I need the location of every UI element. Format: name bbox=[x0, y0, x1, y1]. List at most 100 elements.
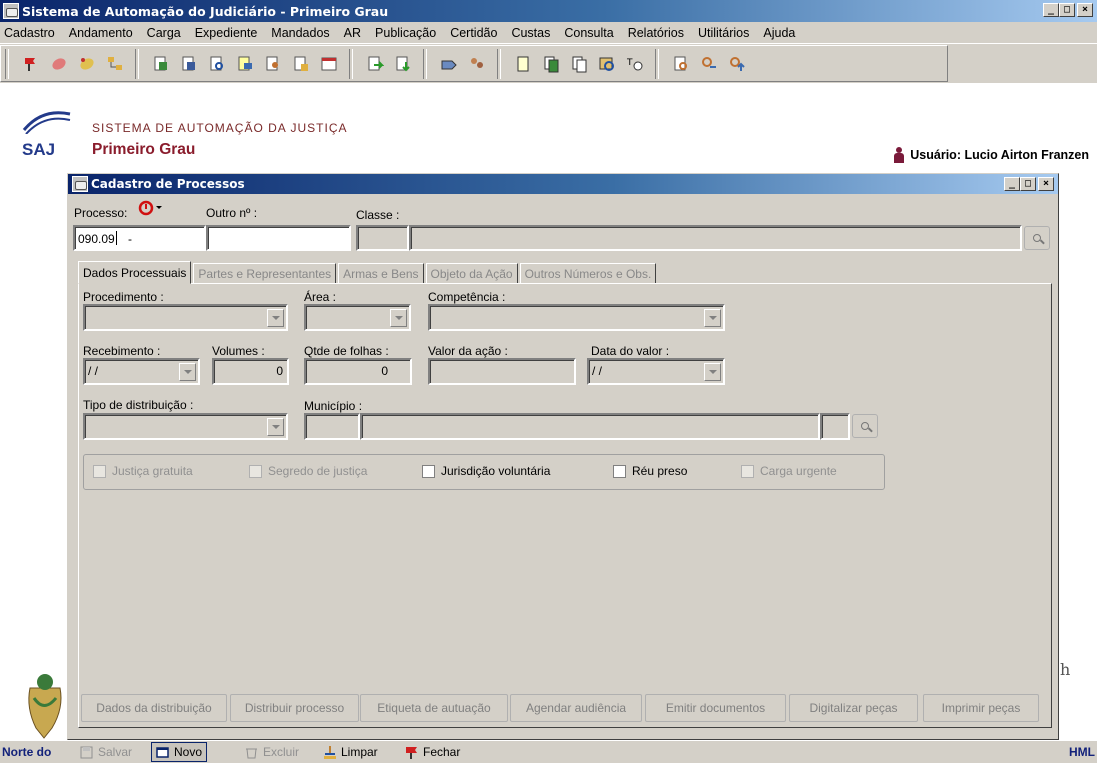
jurisdicao-voluntaria-checkbox[interactable]: Jurisdição voluntária bbox=[422, 464, 550, 478]
menu-carga[interactable]: Carga bbox=[140, 26, 188, 40]
doc-person-icon[interactable] bbox=[262, 53, 284, 75]
text-clock-icon[interactable]: T bbox=[624, 53, 646, 75]
flag-icon[interactable] bbox=[20, 53, 42, 75]
user-icon bbox=[893, 147, 905, 163]
tab-outros-numeros[interactable]: Outros Números e Obs. bbox=[519, 263, 657, 284]
tab-dados-processuais[interactable]: Dados Processuais bbox=[78, 261, 192, 284]
people-icon[interactable] bbox=[466, 53, 488, 75]
maximize-button[interactable]: □ bbox=[1059, 3, 1075, 17]
arrow-folder-icon[interactable] bbox=[438, 53, 460, 75]
carga-urgente-checkbox[interactable]: Carga urgente bbox=[741, 464, 837, 478]
chevron-down-icon[interactable] bbox=[704, 309, 721, 327]
limpar-button[interactable]: Limpar bbox=[323, 742, 378, 762]
agendar-audiencia-button[interactable]: Agendar audiência bbox=[510, 694, 642, 722]
page-icon[interactable] bbox=[512, 53, 534, 75]
close-button[interactable]: × bbox=[1077, 3, 1093, 17]
broom-yellow-icon[interactable] bbox=[76, 53, 98, 75]
menu-certidao[interactable]: Certidão bbox=[443, 26, 504, 40]
menu-expediente[interactable]: Expediente bbox=[188, 26, 265, 40]
checkbox-box[interactable] bbox=[613, 464, 626, 478]
minimize-button[interactable]: _ bbox=[1043, 3, 1059, 17]
fechar-button[interactable]: Fechar bbox=[405, 742, 460, 762]
distribuir-processo-button[interactable]: Distribuir processo bbox=[230, 694, 359, 722]
menu-cadastro[interactable]: Cadastro bbox=[0, 26, 62, 40]
doc-stack-icon[interactable] bbox=[290, 53, 312, 75]
outro-numero-input[interactable] bbox=[206, 225, 351, 251]
menu-custas[interactable]: Custas bbox=[504, 26, 557, 40]
child-maximize-button[interactable]: □ bbox=[1020, 177, 1036, 191]
processo-input[interactable]: 090.09 - bbox=[73, 225, 206, 251]
checkbox-label: Justiça gratuita bbox=[112, 464, 193, 478]
pages-icon[interactable] bbox=[568, 53, 590, 75]
salvar-button[interactable]: Salvar bbox=[80, 742, 132, 762]
municipio-name-input[interactable] bbox=[360, 413, 820, 440]
chevron-down-icon[interactable] bbox=[179, 363, 196, 381]
processo-type-icon[interactable] bbox=[138, 200, 166, 216]
tab-objeto-acao[interactable]: Objeto da Ação bbox=[425, 263, 518, 284]
dados-distribuicao-button[interactable]: Dados da distribuição bbox=[81, 694, 227, 722]
chevron-down-icon[interactable] bbox=[390, 309, 407, 327]
menu-mandados[interactable]: Mandados bbox=[264, 26, 336, 40]
menu-ajuda[interactable]: Ajuda bbox=[756, 26, 802, 40]
search-arrow-icon[interactable] bbox=[698, 53, 720, 75]
network-icon[interactable] bbox=[104, 53, 126, 75]
tab-partes-representantes[interactable]: Partes e Representantes bbox=[193, 263, 337, 284]
processo-suffix: - bbox=[124, 232, 133, 246]
recebimento-date-picker[interactable]: / / bbox=[83, 358, 200, 385]
chevron-down-icon[interactable] bbox=[704, 363, 721, 381]
area-select[interactable] bbox=[304, 304, 411, 331]
reu-preso-checkbox[interactable]: Réu preso bbox=[613, 464, 687, 478]
child-title: Cadastro de Processos bbox=[91, 177, 245, 191]
municipio-search-button[interactable] bbox=[852, 414, 878, 438]
chevron-down-icon[interactable] bbox=[267, 418, 284, 436]
doc-search2-icon[interactable] bbox=[670, 53, 692, 75]
etiqueta-autuacao-button[interactable]: Etiqueta de autuação bbox=[360, 694, 508, 722]
valor-acao-input[interactable] bbox=[428, 358, 576, 385]
data-valor-date-picker[interactable]: / / bbox=[587, 358, 725, 385]
volumes-input[interactable]: 0 bbox=[212, 358, 289, 385]
menu-relatorios[interactable]: Relatórios bbox=[621, 26, 691, 40]
child-close-button[interactable]: × bbox=[1038, 177, 1054, 191]
checkbox-box[interactable] bbox=[741, 464, 754, 478]
folhas-input[interactable]: 0 bbox=[304, 358, 412, 385]
doc-blue-icon[interactable] bbox=[178, 53, 200, 75]
chevron-down-icon[interactable] bbox=[267, 309, 284, 327]
classe-search-button[interactable] bbox=[1024, 226, 1050, 250]
menu-publicacao[interactable]: Publicação bbox=[368, 26, 443, 40]
doc-green-icon[interactable] bbox=[150, 53, 172, 75]
doc-search-icon[interactable] bbox=[206, 53, 228, 75]
procedimento-select[interactable] bbox=[83, 304, 288, 331]
checkbox-box[interactable] bbox=[422, 464, 435, 478]
competencia-label: Competência : bbox=[428, 290, 506, 304]
search-up-icon[interactable] bbox=[726, 53, 748, 75]
novo-button[interactable]: Novo bbox=[151, 742, 208, 762]
app-icon bbox=[3, 3, 19, 19]
classe-code-input[interactable] bbox=[356, 225, 409, 251]
municipio-uf-input[interactable] bbox=[820, 413, 850, 440]
imprimir-pecas-button[interactable]: Imprimir peças bbox=[923, 694, 1039, 722]
broom-icon[interactable] bbox=[48, 53, 70, 75]
competencia-select[interactable] bbox=[428, 304, 725, 331]
menu-ar[interactable]: AR bbox=[337, 26, 368, 40]
menu-utilitarios[interactable]: Utilitários bbox=[691, 26, 756, 40]
tipo-distribuicao-select[interactable] bbox=[83, 413, 288, 440]
justica-gratuita-checkbox[interactable]: Justiça gratuita bbox=[93, 464, 193, 478]
calendar-icon[interactable] bbox=[318, 53, 340, 75]
emitir-documentos-button[interactable]: Emitir documentos bbox=[645, 694, 786, 722]
tab-armas-bens[interactable]: Armas e Bens bbox=[338, 263, 424, 284]
image-search-icon[interactable] bbox=[596, 53, 618, 75]
menu-andamento[interactable]: Andamento bbox=[62, 26, 140, 40]
municipio-code-input[interactable] bbox=[304, 413, 360, 440]
doc-down-arrow-icon[interactable] bbox=[392, 53, 414, 75]
checkbox-box[interactable] bbox=[249, 464, 262, 478]
segredo-justica-checkbox[interactable]: Segredo de justiça bbox=[249, 464, 367, 478]
doc-green-arrow-icon[interactable] bbox=[364, 53, 386, 75]
pages-green-icon[interactable] bbox=[540, 53, 562, 75]
checkbox-box[interactable] bbox=[93, 464, 106, 478]
child-minimize-button[interactable]: _ bbox=[1004, 177, 1020, 191]
menu-consulta[interactable]: Consulta bbox=[557, 26, 620, 40]
digitalizar-pecas-button[interactable]: Digitalizar peças bbox=[789, 694, 918, 722]
classe-description-input[interactable] bbox=[409, 225, 1022, 251]
doc-list-icon[interactable] bbox=[234, 53, 256, 75]
excluir-button[interactable]: Excluir bbox=[245, 742, 299, 762]
